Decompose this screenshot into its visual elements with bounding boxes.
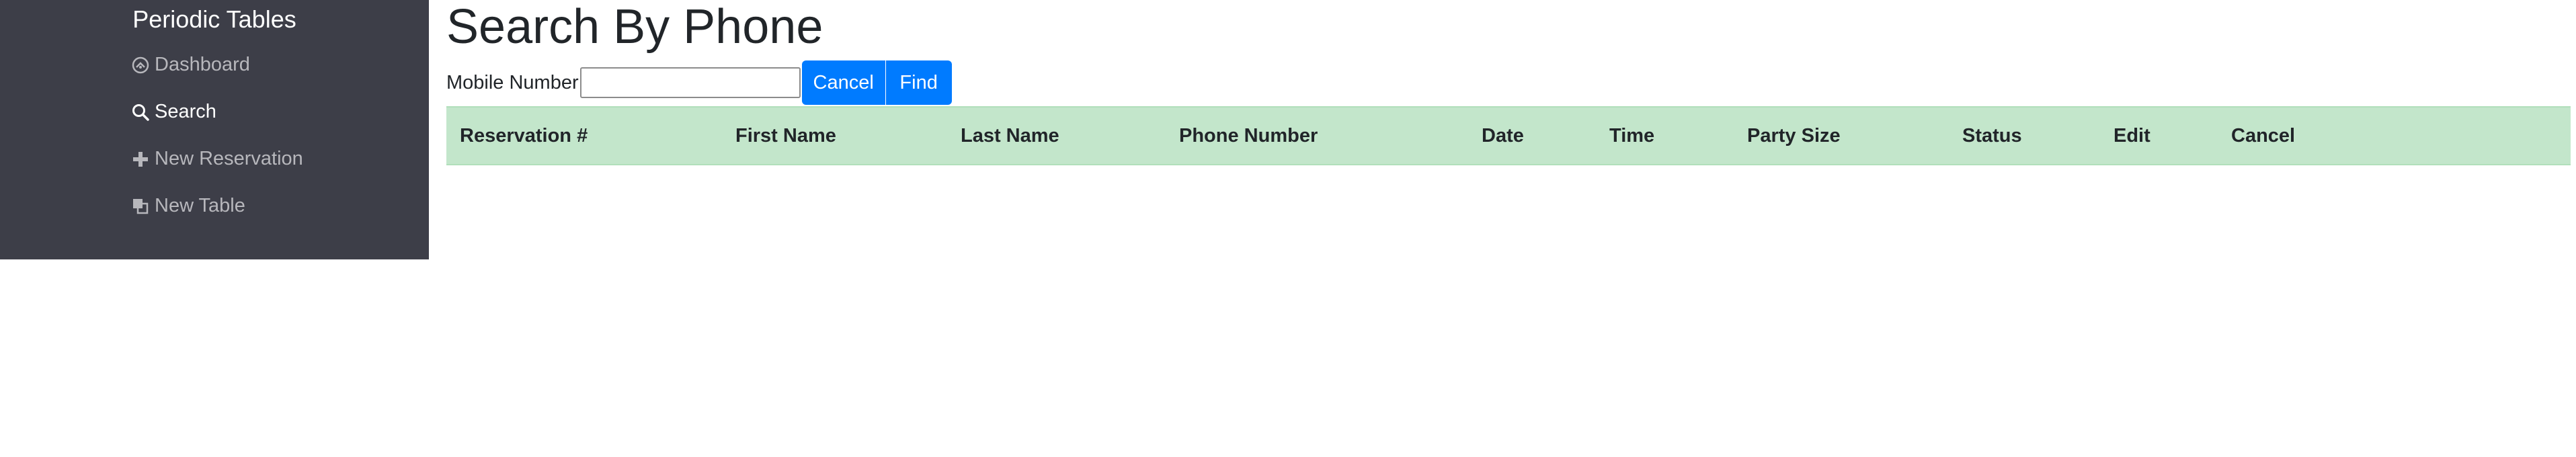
column-header-first-name: First Name	[722, 106, 947, 165]
sidebar-item-search[interactable]: Search	[130, 101, 216, 123]
plus-icon	[130, 149, 151, 169]
table-icon	[130, 196, 151, 216]
table-header-row: Reservation # First Name Last Name Phone…	[446, 106, 2571, 165]
sidebar-item-label: Dashboard	[155, 54, 250, 75]
search-form: Mobile Number Cancel Find	[446, 60, 952, 105]
column-header-party-size: Party Size	[1734, 106, 1949, 165]
column-header-status: Status	[1949, 106, 2100, 165]
sidebar-item-new-reservation[interactable]: New Reservation	[130, 148, 303, 170]
column-header-phone-number: Phone Number	[1166, 106, 1468, 165]
dashboard-icon	[130, 55, 151, 75]
mobile-number-input[interactable]	[579, 67, 801, 98]
cancel-button[interactable]: Cancel	[801, 60, 885, 105]
column-header-time: Time	[1596, 106, 1734, 165]
column-header-last-name: Last Name	[947, 106, 1166, 165]
column-header-edit: Edit	[2100, 106, 2218, 165]
sidebar-item-dashboard[interactable]: Dashboard	[130, 54, 250, 76]
page-title: Search By Phone	[446, 0, 823, 54]
sidebar: Periodic Tables Dashboard Search New Res…	[0, 0, 429, 259]
search-icon	[130, 102, 151, 122]
column-header-cancel: Cancel	[2218, 106, 2571, 165]
sidebar-item-label: Search	[155, 101, 216, 122]
reservations-table: Reservation # First Name Last Name Phone…	[446, 106, 2571, 165]
sidebar-item-label: New Table	[155, 195, 245, 216]
main-content: Search By Phone Mobile Number Cancel Fin…	[446, 0, 2576, 457]
column-header-date: Date	[1468, 106, 1596, 165]
column-header-reservation-number: Reservation #	[446, 106, 722, 165]
find-button[interactable]: Find	[885, 60, 952, 105]
mobile-number-label: Mobile Number	[446, 71, 579, 93]
sidebar-item-label: New Reservation	[155, 148, 303, 169]
sidebar-item-new-table[interactable]: New Table	[130, 195, 245, 217]
brand-title: Periodic Tables	[132, 5, 296, 33]
